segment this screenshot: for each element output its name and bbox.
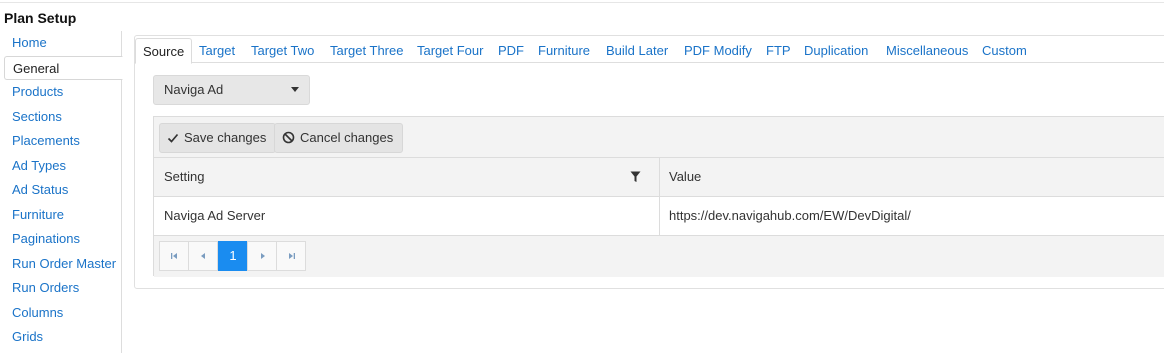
source-dropdown-value: Naviga Ad xyxy=(164,82,224,97)
last-page-button[interactable] xyxy=(276,241,306,271)
sidebar-item-products[interactable]: Products xyxy=(4,80,122,104)
cancel-icon xyxy=(282,131,295,144)
cancel-changes-button[interactable]: Cancel changes xyxy=(274,123,404,153)
tab-target-four[interactable]: Target Four xyxy=(417,38,483,63)
row-setting-cell[interactable]: Naviga Ad Server xyxy=(154,197,265,235)
tab-target-three[interactable]: Target Three xyxy=(330,38,403,63)
caret-down-icon xyxy=(291,87,299,92)
grid-toolbar: Save changes Cancel changes xyxy=(154,117,1164,158)
tab-bar: Source Target Target Two Target Three Ta… xyxy=(134,38,1164,64)
tab-pdf[interactable]: PDF xyxy=(498,38,524,63)
check-icon xyxy=(167,133,179,143)
tab-duplication[interactable]: Duplication xyxy=(804,38,868,63)
column-header-value[interactable]: Value xyxy=(659,158,701,196)
sidebar-item-run-order-master[interactable]: Run Order Master xyxy=(4,252,122,276)
filter-icon[interactable] xyxy=(630,171,641,183)
grid-pager: 1 xyxy=(154,236,1164,277)
first-page-icon xyxy=(171,253,177,259)
sidebar-item-paginations[interactable]: Paginations xyxy=(4,227,122,251)
save-changes-button[interactable]: Save changes xyxy=(159,123,277,153)
tab-custom[interactable]: Custom xyxy=(982,38,1027,63)
tab-source[interactable]: Source xyxy=(135,38,193,64)
table-row[interactable]: Naviga Ad Server https://dev.navigahub.c… xyxy=(154,197,1164,236)
grid-header: Setting Value xyxy=(154,158,1164,197)
page-title: Plan Setup xyxy=(4,10,77,26)
cancel-changes-label: Cancel changes xyxy=(300,130,394,145)
sidebar-item-ad-status[interactable]: Ad Status xyxy=(4,178,122,202)
tab-furniture[interactable]: Furniture xyxy=(538,38,590,63)
tab-miscellaneous[interactable]: Miscellaneous xyxy=(886,38,968,63)
tab-build-later[interactable]: Build Later xyxy=(606,38,668,63)
sidebar-nav: Home General Products Sections Placement… xyxy=(4,31,123,353)
tab-ftp[interactable]: FTP xyxy=(766,38,791,63)
sidebar-item-placements[interactable]: Placements xyxy=(4,129,122,153)
settings-grid: Save changes Cancel changes Setting Valu… xyxy=(153,116,1164,277)
row-value-cell[interactable]: https://dev.navigahub.com/EW/DevDigital/ xyxy=(659,197,911,235)
column-header-setting[interactable]: Setting xyxy=(154,158,204,196)
sidebar-item-sections[interactable]: Sections xyxy=(4,105,122,129)
tab-target-two[interactable]: Target Two xyxy=(251,38,314,63)
sidebar-item-furniture[interactable]: Furniture xyxy=(4,203,122,227)
sidebar-item-ad-types[interactable]: Ad Types xyxy=(4,154,122,178)
first-page-button[interactable] xyxy=(159,241,189,271)
tab-target[interactable]: Target xyxy=(199,38,235,63)
tab-pdf-modify[interactable]: PDF Modify xyxy=(684,38,752,63)
current-page-button[interactable]: 1 xyxy=(218,241,248,271)
last-page-icon xyxy=(289,253,295,259)
next-page-icon xyxy=(261,253,265,259)
next-page-button[interactable] xyxy=(247,241,277,271)
sidebar-item-general[interactable]: General xyxy=(4,56,123,80)
sidebar-item-grids[interactable]: Grids xyxy=(4,325,122,349)
sidebar-item-home[interactable]: Home xyxy=(4,31,122,55)
sidebar-item-run-orders[interactable]: Run Orders xyxy=(4,276,122,300)
sidebar-item-columns[interactable]: Columns xyxy=(4,301,122,325)
source-dropdown[interactable]: Naviga Ad xyxy=(153,75,310,105)
previous-page-button[interactable] xyxy=(188,241,218,271)
top-divider xyxy=(0,2,1164,3)
save-changes-label: Save changes xyxy=(184,130,267,145)
previous-page-icon xyxy=(201,253,205,259)
